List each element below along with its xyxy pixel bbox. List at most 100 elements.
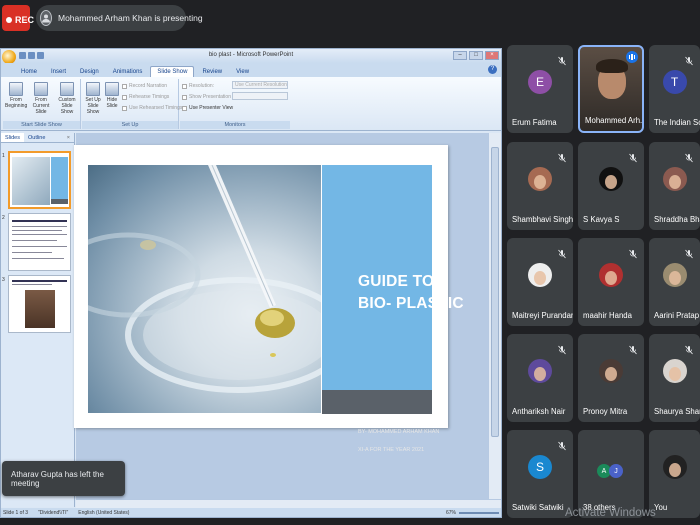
participant-tile[interactable]: Shaurya Sharma <box>649 334 700 422</box>
group-label: Set Up <box>82 121 178 129</box>
avatar-photo <box>668 366 681 381</box>
participant-tile[interactable]: E Erum Fatima <box>507 45 573 133</box>
person-icon <box>42 14 50 23</box>
participant-name: Pronoy Mitra <box>583 407 628 416</box>
recording-badge: REC <box>2 5 34 31</box>
tab-animations[interactable]: Animations <box>107 67 149 77</box>
slide-title: GUIDE TO BIO- PLASTIC <box>358 271 464 315</box>
participant-tile[interactable]: Shraddha Bhatter <box>649 142 700 230</box>
participant-tile[interactable]: Maitreyi Purandare <box>507 238 573 326</box>
slide-count: Slide 1 of 3 <box>3 509 29 516</box>
slide-thumbnail-1[interactable] <box>8 151 71 209</box>
group-set-up: Set Up Slide Show Hide Slide Record Narr… <box>82 79 182 129</box>
avatar: S <box>528 454 552 479</box>
hide-slide-button[interactable]: Hide Slide <box>104 82 120 109</box>
tab-design[interactable]: Design <box>74 67 105 77</box>
avatar <box>599 166 623 191</box>
participant-tile[interactable]: You <box>649 430 700 518</box>
help-icon[interactable]: ? <box>488 65 497 74</box>
vertical-scrollbar[interactable] <box>488 133 501 507</box>
language: English (United States) <box>78 509 130 516</box>
use-presenter-view-checkbox[interactable]: Use Presenter View <box>182 105 233 111</box>
participant-name: Anthariksh Nair <box>512 407 566 416</box>
custom-slide-show-button[interactable]: Custom Slide Show <box>55 82 79 115</box>
slide-author-panel <box>322 390 432 414</box>
slide-number: 2 <box>2 215 5 221</box>
ribbon: From Beginning From Current Slide Custom… <box>1 77 501 131</box>
record-narration-option[interactable]: Record Narration <box>122 83 167 89</box>
participant-tile[interactable]: A J 38 others <box>578 430 644 518</box>
participant-tile[interactable]: Aarini Pratap <box>649 238 700 326</box>
mic-off-icon <box>684 53 694 66</box>
participant-name: Shaurya Sharma <box>654 407 700 416</box>
tab-view[interactable]: View <box>230 67 255 77</box>
close-panel-icon[interactable]: × <box>63 133 74 142</box>
window-controls: – □ × <box>453 51 499 60</box>
avatar-photo <box>534 270 546 285</box>
mic-off-icon <box>557 438 567 451</box>
resolution-select[interactable]: Use Current Resolution <box>232 81 288 89</box>
scroll-thumb[interactable] <box>491 147 499 437</box>
close-icon[interactable]: × <box>485 51 499 60</box>
tab-outline[interactable]: Outline <box>24 133 49 142</box>
participant-tile[interactable]: maahir Handa <box>578 238 644 326</box>
avatar-photo <box>668 270 681 285</box>
set-up-slide-show-button[interactable]: Set Up Slide Show <box>83 82 103 115</box>
avatar <box>599 358 623 383</box>
participant-tile[interactable]: Shambhavi Singh <box>507 142 573 230</box>
participant-tile[interactable]: S Satwiki Satwiki <box>507 430 573 518</box>
zoom-slider[interactable] <box>459 511 499 514</box>
participant-name: maahir Handa <box>583 311 632 320</box>
custom-show-icon <box>60 82 74 96</box>
participant-tile[interactable]: Pronoy Mitra <box>578 334 644 422</box>
record-dot-icon <box>6 17 12 23</box>
participant-tile[interactable]: Mohammed Arh... <box>578 45 644 133</box>
participant-tile[interactable]: T The Indian School <box>649 45 700 133</box>
maximize-icon[interactable]: □ <box>469 51 483 60</box>
participant-name: Mohammed Arh... <box>585 116 644 125</box>
rehearse-timings-option[interactable]: Rehearse Timings <box>122 94 169 100</box>
ribbon-tabs: Home Insert Design Animations Slide Show… <box>1 63 501 77</box>
from-current-slide-button[interactable]: From Current Slide <box>29 82 53 115</box>
presenting-text: Mohammed Arham Khan is presenting <box>58 13 203 23</box>
zoom-control[interactable]: 67% <box>445 509 501 516</box>
group-start-slide-show: From Beginning From Current Slide Custom… <box>3 79 81 129</box>
avatar <box>662 262 687 287</box>
slide-thumbnail-2[interactable] <box>8 213 71 271</box>
from-beginning-button[interactable]: From Beginning <box>5 82 27 109</box>
avatar <box>662 358 687 383</box>
participant-tile[interactable]: S Kavya S <box>578 142 644 230</box>
avatar <box>599 262 623 287</box>
use-rehearsed-timings-checkbox[interactable]: Use Rehearsed Timings <box>122 105 182 111</box>
presenter-pill[interactable]: Mohammed Arham Khan is presenting <box>36 5 203 31</box>
timer-icon <box>122 94 127 100</box>
tab-insert[interactable]: Insert <box>45 67 72 77</box>
mic-off-icon <box>684 342 694 355</box>
status-bar: Slide 1 of 3 "Dividend\\TI" English (Uni… <box>1 508 501 517</box>
tab-review[interactable]: Review <box>196 67 228 77</box>
speaking-indicator-icon <box>626 51 638 63</box>
monitor-icon <box>182 83 187 89</box>
minimize-icon[interactable]: – <box>453 51 467 60</box>
participant-name: Satwiki Satwiki <box>512 503 564 512</box>
avatar: E <box>528 69 552 94</box>
slideshow-icon <box>9 82 23 96</box>
mic-off-icon <box>628 150 638 163</box>
slide-thumbnail-3[interactable] <box>8 275 71 333</box>
participant-tile[interactable]: Anthariksh Nair <box>507 334 573 422</box>
slide-image-pipette <box>88 165 321 413</box>
group-monitors: Resolution: Use Current Resolution Show … <box>180 79 290 129</box>
tab-slide-show[interactable]: Slide Show <box>150 66 195 77</box>
resolution-label: Resolution: <box>182 83 214 89</box>
mic-off-icon <box>684 150 694 163</box>
zoom-level: 67% <box>445 509 456 516</box>
show-on-select[interactable] <box>232 92 288 100</box>
slide-author: BY- MOHAMMED ARHAM KHAN <box>358 429 440 435</box>
ppt-titlebar: bio plast - Microsoft PowerPoint – □ × <box>1 49 501 64</box>
tab-home[interactable]: Home <box>15 67 43 77</box>
avatar-photo <box>605 174 617 189</box>
tab-slides[interactable]: Slides <box>1 133 24 142</box>
avatar-photo <box>668 462 681 477</box>
mic-off-icon <box>684 246 694 259</box>
participant-name: Erum Fatima <box>512 118 557 127</box>
